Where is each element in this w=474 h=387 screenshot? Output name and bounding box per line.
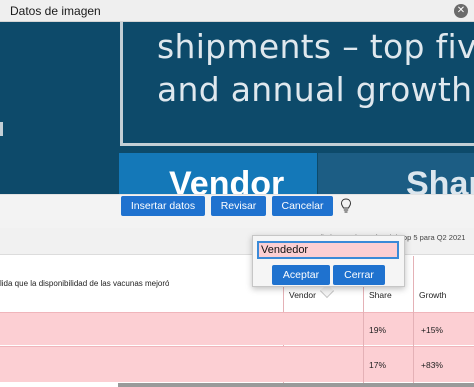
column-divider xyxy=(363,312,364,387)
slide-image: shipments – top five and annual growth V… xyxy=(0,22,474,194)
close-icon[interactable]: ✕ xyxy=(454,4,468,18)
share-cell[interactable]: 17% xyxy=(369,360,386,370)
cancel-button[interactable]: Cancelar xyxy=(272,196,333,216)
cell-edit-input[interactable] xyxy=(257,241,399,259)
growth-cell[interactable]: +83% xyxy=(421,360,443,370)
column-header-vendor[interactable]: Vendor xyxy=(289,290,316,300)
slide-heading-line2: and annual growth xyxy=(157,70,473,109)
slide-vendor-label: Vendor xyxy=(169,165,285,194)
row-note-text[interactable]: lida que la disponibilidad de las vacuna… xyxy=(0,279,169,288)
slide-share-label: Shar xyxy=(406,165,474,194)
insert-data-button[interactable]: Insertar datos xyxy=(121,196,205,216)
slide-edge-mark xyxy=(0,122,3,136)
column-header-growth[interactable]: Growth xyxy=(419,290,446,300)
lightbulb-icon[interactable] xyxy=(339,197,353,215)
review-button[interactable]: Revisar xyxy=(211,196,266,216)
table-row[interactable] xyxy=(0,346,474,382)
dialog-titlebar: Datos de imagen ✕ xyxy=(0,0,474,22)
slide-vendor-header: Vendor xyxy=(119,153,317,194)
growth-cell[interactable]: +15% xyxy=(421,325,443,335)
slide-share-header: Shar xyxy=(318,153,474,194)
slide-heading-line1: shipments – top five xyxy=(157,27,474,66)
close-popup-button[interactable]: Cerrar xyxy=(333,265,385,285)
table-row[interactable] xyxy=(0,312,474,345)
dialog-title: Datos de imagen xyxy=(10,4,101,18)
column-divider xyxy=(413,312,414,387)
accept-button[interactable]: Aceptar xyxy=(272,265,330,285)
column-header-share[interactable]: Share xyxy=(369,290,392,300)
horizontal-scrollbar[interactable] xyxy=(118,383,474,387)
share-cell[interactable]: 19% xyxy=(369,325,386,335)
